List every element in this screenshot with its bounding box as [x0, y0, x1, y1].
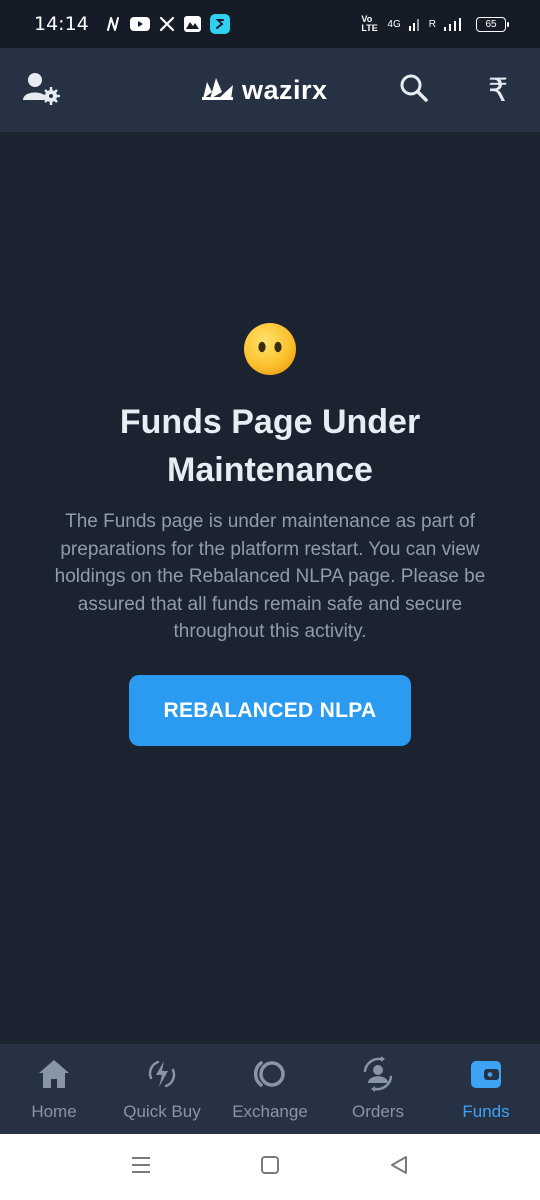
n-icon [105, 16, 121, 32]
nav-label-quick-buy: Quick Buy [123, 1102, 201, 1121]
volte-indicator: Vo LTE [361, 14, 378, 33]
back-button[interactable] [386, 1154, 412, 1180]
nav-label-funds: Funds [462, 1102, 510, 1121]
home-button[interactable] [257, 1154, 283, 1180]
wallet-icon [466, 1054, 506, 1094]
status-time: 14:14 [34, 13, 89, 35]
wazirx-logo-icon [202, 76, 234, 105]
status-bar: 14:14 Vo LTE 4G R 65 [0, 0, 540, 48]
recent-apps-button[interactable] [128, 1154, 154, 1180]
account-settings-button[interactable] [22, 70, 62, 110]
nav-item-quick-buy[interactable]: Quick Buy [108, 1044, 216, 1134]
nav-item-home[interactable]: Home [0, 1044, 108, 1134]
youtube-icon [129, 17, 150, 31]
quick-buy-icon [142, 1054, 182, 1094]
wazirx-logo: wazirx [202, 74, 328, 106]
account-settings-icon [22, 70, 62, 111]
rebalanced-nlpa-button[interactable]: REBALANCED NLPA [129, 675, 411, 746]
bottom-nav: Home Quick Buy Exchange Orders Funds [0, 1044, 540, 1134]
app-header: wazirx ₹ [0, 48, 540, 132]
x-icon [159, 16, 175, 32]
battery-indicator: 65 [476, 16, 509, 32]
search-button[interactable] [394, 70, 434, 110]
exchange-icon [250, 1054, 290, 1094]
brand-name: wazirx [242, 74, 328, 105]
network-type: 4G [387, 18, 401, 30]
back-triangle-icon [389, 1155, 409, 1180]
s-icon [209, 14, 230, 34]
roaming-indicator: R [428, 18, 436, 30]
orders-icon [358, 1054, 398, 1094]
currency-button[interactable]: ₹ [478, 70, 518, 110]
rupee-icon: ₹ [487, 71, 509, 109]
system-nav-bar [0, 1134, 540, 1200]
nav-item-exchange[interactable]: Exchange [216, 1044, 324, 1134]
search-icon [399, 73, 429, 108]
menu-icon [130, 1155, 152, 1180]
main-content: Funds Page Under Maintenance The Funds p… [0, 132, 540, 1044]
status-indicators: Vo LTE 4G R 65 [361, 14, 509, 33]
home-icon [34, 1054, 74, 1094]
signal-icon [408, 17, 421, 31]
nav-label-home: Home [31, 1102, 77, 1121]
square-icon [260, 1155, 280, 1180]
face-without-mouth-emoji [243, 322, 297, 376]
nav-label-orders: Orders [352, 1102, 404, 1121]
status-app-icons [105, 14, 230, 34]
page-title: Funds Page Under Maintenance [119, 403, 421, 489]
mountain-icon [183, 16, 201, 32]
nav-label-exchange: Exchange [232, 1102, 308, 1121]
nav-item-orders[interactable]: Orders [324, 1044, 432, 1134]
maintenance-description: The Funds page is under maintenance as p… [54, 511, 486, 642]
signal-icon-2 [444, 17, 464, 31]
nav-item-funds[interactable]: Funds [432, 1044, 540, 1134]
